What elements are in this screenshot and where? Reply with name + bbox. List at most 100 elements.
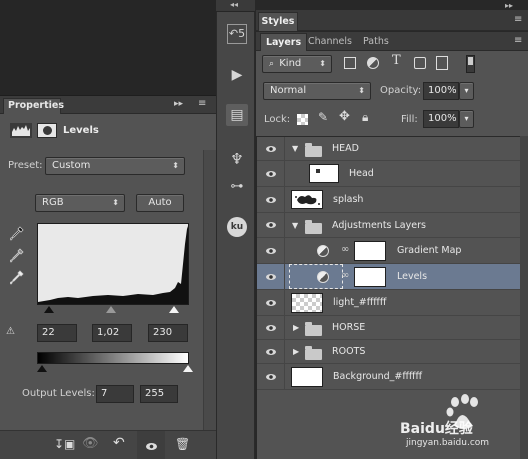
preset-dropdown[interactable]: Custom ⬍ xyxy=(45,157,185,175)
panel-title: Levels xyxy=(63,125,99,136)
expanded-triangle-icon[interactable]: ▼ xyxy=(292,221,298,230)
layer-row-horse-group[interactable]: ▶ HORSE xyxy=(257,316,520,340)
layer-row-head-group[interactable]: ▼ HEAD xyxy=(257,137,520,161)
layer-thumbnail xyxy=(291,367,323,387)
expanded-triangle-icon[interactable]: ▼ xyxy=(292,144,298,153)
output-white-slider-handle[interactable] xyxy=(183,365,193,372)
filter-toggle-switch[interactable] xyxy=(466,55,475,73)
output-black-slider-handle[interactable] xyxy=(37,365,47,372)
layer-row-levels[interactable]: ∞ Levels xyxy=(257,264,520,290)
type-filter-icon[interactable]: T xyxy=(392,53,401,68)
black-point-eyedropper-icon[interactable] xyxy=(9,226,24,242)
mask-icon[interactable] xyxy=(37,123,57,138)
brushes-icon[interactable]: ♆ xyxy=(226,148,248,170)
layer-row-splash[interactable]: splash xyxy=(257,187,520,213)
layer-name: Levels xyxy=(397,271,428,282)
lock-image-icon[interactable]: ✎ xyxy=(318,110,328,124)
kuler-icon[interactable]: ku xyxy=(227,217,247,237)
chevron-updown-icon: ⬍ xyxy=(112,198,119,207)
watermark-brand: Baidu经验 xyxy=(400,421,473,437)
fill-label: Fill: xyxy=(401,114,418,125)
lock-label: Lock: xyxy=(264,114,291,125)
trash-icon[interactable]: 🗑︎ xyxy=(175,437,190,451)
panel-menu-icon[interactable]: ≡ xyxy=(514,35,522,46)
opacity-slider-toggle[interactable]: ▾ xyxy=(459,82,474,100)
panel-menu-icon[interactable]: ≡ xyxy=(198,98,206,109)
input-gamma-slider-handle[interactable] xyxy=(106,306,116,313)
link-icon[interactable]: ∞ xyxy=(341,244,349,255)
layer-row-head[interactable]: Head xyxy=(257,161,520,187)
properties-scrollbar[interactable] xyxy=(203,150,216,432)
top-collapse-icon[interactable]: ▸▸ xyxy=(505,1,513,10)
adjustments-layers-icon[interactable]: ▤ xyxy=(226,104,248,126)
filter-kind-dropdown[interactable]: ⌕ Kind ⬍ xyxy=(262,55,332,73)
tab-paths[interactable]: Paths xyxy=(358,33,394,51)
output-black-field[interactable]: 7 xyxy=(96,385,134,403)
input-gamma-field[interactable]: 1,02 xyxy=(92,324,132,342)
tab-styles[interactable]: Styles xyxy=(258,12,298,31)
visibility-eye-icon[interactable] xyxy=(257,340,285,363)
tab-properties[interactable]: Properties xyxy=(3,98,64,114)
layer-row-adjustments-group[interactable]: ▼ Adjustments Layers xyxy=(257,213,520,238)
layer-row-gradient-map[interactable]: ∞ Gradient Map xyxy=(257,238,520,264)
chevron-updown-icon: ⬍ xyxy=(319,59,326,68)
tab-channels[interactable]: Channels xyxy=(303,33,357,51)
output-white-field[interactable]: 255 xyxy=(140,385,178,403)
adjustment-filter-icon[interactable] xyxy=(367,57,379,69)
collapse-icon[interactable]: ▸▸ xyxy=(174,99,183,109)
lock-all-icon[interactable]: 🔒︎ xyxy=(362,110,368,125)
fill-field[interactable]: 100% xyxy=(423,110,459,128)
visibility-eye-icon[interactable] xyxy=(257,137,285,160)
pixel-filter-icon[interactable] xyxy=(344,57,356,69)
fill-value: 100% xyxy=(428,113,457,124)
document-canvas-area xyxy=(0,0,216,95)
visibility-eye-icon[interactable] xyxy=(257,161,285,186)
toggle-visibility-icon[interactable] xyxy=(137,431,165,459)
smart-object-filter-icon[interactable] xyxy=(436,56,448,70)
expand-panels-icon[interactable]: ◂◂ xyxy=(230,0,238,9)
layer-row-roots-group[interactable]: ▶ ROOTS xyxy=(257,340,520,364)
lock-position-icon[interactable]: ✥ xyxy=(339,109,350,124)
histogram-adjustment-icon xyxy=(10,123,32,138)
white-point-eyedropper-icon[interactable] xyxy=(9,270,24,286)
input-white-slider-handle[interactable] xyxy=(169,306,179,313)
visibility-eye-icon[interactable] xyxy=(257,213,285,237)
visibility-eye-icon[interactable] xyxy=(257,290,285,315)
blend-mode-dropdown[interactable]: Normal ⬍ xyxy=(263,82,371,100)
layer-row-light[interactable]: light_#ffffff xyxy=(257,290,520,316)
clip-to-layer-icon[interactable]: ↧▣ xyxy=(54,437,75,451)
properties-bottom-bar: ↧▣ 👁︎ ↶ 🗑︎ xyxy=(0,430,216,459)
input-black-field[interactable]: 22 xyxy=(37,324,77,342)
visibility-eye-icon[interactable] xyxy=(257,264,285,289)
layer-name: Gradient Map xyxy=(397,245,462,256)
layer-name: Adjustments Layers xyxy=(332,220,426,231)
dock-collapse-bar[interactable]: ◂◂ xyxy=(216,0,255,12)
collapsed-triangle-icon[interactable]: ▶ xyxy=(293,347,299,356)
layer-row-background[interactable]: Background_#ffffff xyxy=(257,364,520,390)
shape-filter-icon[interactable] xyxy=(414,57,426,69)
actions-play-icon[interactable]: ▶ xyxy=(226,64,248,86)
input-black-slider-handle[interactable] xyxy=(44,306,54,313)
panel-menu-icon[interactable]: ≡ xyxy=(514,14,522,25)
visibility-eye-icon[interactable] xyxy=(257,316,285,339)
baidu-watermark: Baidu经验 jingyan.baidu.com xyxy=(392,392,528,459)
tool-presets-icon[interactable]: ⊶ xyxy=(226,176,248,198)
lock-transparent-icon[interactable] xyxy=(297,114,308,125)
visibility-eye-icon[interactable] xyxy=(257,364,285,389)
reset-icon[interactable]: ↶ xyxy=(113,435,125,451)
gray-point-eyedropper-icon[interactable] xyxy=(9,248,24,264)
tab-layers[interactable]: Layers xyxy=(260,33,308,51)
history-icon[interactable]: ↶5 xyxy=(227,24,247,44)
channel-dropdown[interactable]: RGB ⬍ xyxy=(35,194,125,212)
auto-button[interactable]: Auto xyxy=(136,194,184,212)
visibility-eye-icon[interactable] xyxy=(257,187,285,212)
visibility-eye-icon[interactable] xyxy=(257,238,285,263)
collapsed-triangle-icon[interactable]: ▶ xyxy=(293,323,299,332)
link-icon[interactable]: ∞ xyxy=(341,270,349,281)
fill-slider-toggle[interactable]: ▾ xyxy=(459,110,474,128)
view-previous-state-icon[interactable]: 👁︎ xyxy=(82,436,99,451)
channel-value: RGB xyxy=(42,197,64,208)
opacity-field[interactable]: 100% xyxy=(423,82,459,100)
input-white-field[interactable]: 230 xyxy=(148,324,188,342)
blend-mode-value: Normal xyxy=(270,85,307,96)
